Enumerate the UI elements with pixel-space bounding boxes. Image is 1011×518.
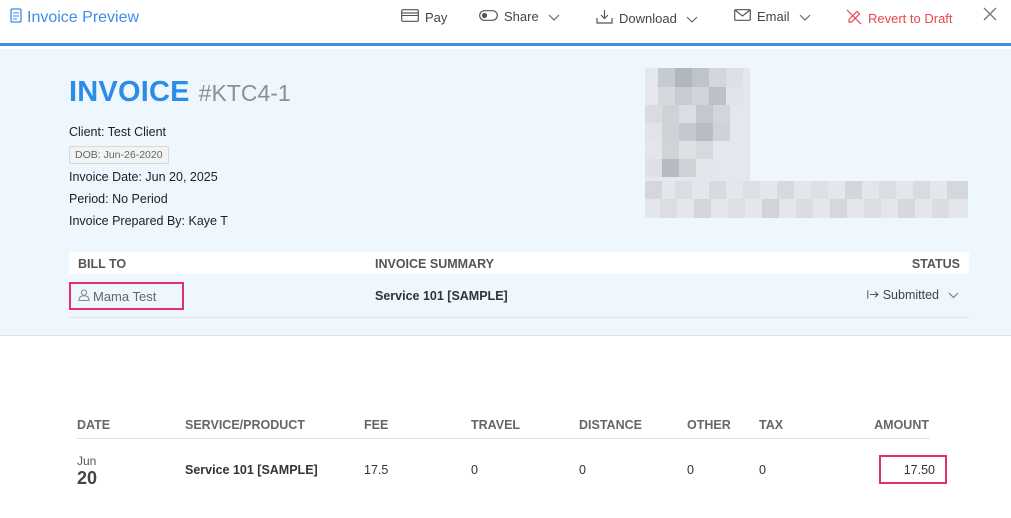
- row-amount-highlight: 17.50: [879, 455, 947, 484]
- revert-pencil-icon: [846, 9, 868, 28]
- window-title: Invoice Preview: [10, 8, 139, 28]
- window-title-text: Invoice Preview: [27, 9, 140, 26]
- line-items-table: DATE SERVICE/PRODUCT FEE TRAVEL DISTANCE…: [77, 410, 947, 499]
- email-label: Email: [757, 9, 790, 24]
- fee-column-header: FEE: [364, 418, 389, 432]
- prepared-by: Invoice Prepared By: Kaye T: [69, 214, 228, 228]
- row-distance: 0: [579, 463, 586, 477]
- row-day: 20: [77, 468, 98, 488]
- share-label: Share: [504, 9, 539, 24]
- amount-column-header: AMOUNT: [874, 418, 929, 432]
- invoice-title: INVOICE #KTC4-1: [69, 76, 291, 109]
- bill-to-row: Mama Test Service 101 [SAMPLE] Submitted: [69, 274, 969, 318]
- download-button[interactable]: Download: [596, 9, 704, 27]
- revert-to-draft-button[interactable]: Revert to Draft: [846, 9, 953, 28]
- invoice-number: #KTC4-1: [198, 80, 291, 106]
- invoice-title-word: INVOICE: [69, 76, 190, 108]
- bill-to-name: Mama Test: [93, 288, 157, 304]
- bill-to-table: BILL TO INVOICE SUMMARY STATUS Mama Test…: [69, 252, 969, 318]
- invoice-date: Invoice Date: Jun 20, 2025: [69, 170, 218, 184]
- revert-label: Revert to Draft: [868, 11, 953, 26]
- blurred-logo: [645, 68, 968, 218]
- toolbar: Invoice Preview Pay Share Download Email: [0, 0, 1011, 46]
- client-line: Client: Test Client: [69, 125, 167, 139]
- chevron-down-icon: [799, 9, 817, 24]
- chevron-down-icon: [686, 11, 704, 26]
- distance-column-header: DISTANCE: [579, 418, 642, 432]
- toggle-icon: [479, 9, 504, 24]
- row-fee: 17.5: [364, 463, 389, 477]
- line-items-header: DATE SERVICE/PRODUCT FEE TRAVEL DISTANCE…: [77, 410, 930, 439]
- status-dropdown[interactable]: Submitted: [867, 288, 959, 302]
- credit-card-icon: [401, 9, 425, 25]
- dob-badge: DOB: Jun-26-2020: [69, 146, 169, 164]
- download-label: Download: [619, 10, 677, 26]
- row-travel: 0: [471, 463, 478, 477]
- bill-to-table-header: BILL TO INVOICE SUMMARY STATUS: [69, 252, 969, 274]
- row-month: Jun: [77, 454, 97, 468]
- bill-to-client[interactable]: Mama Test: [69, 282, 184, 310]
- travel-column-header: TRAVEL: [471, 418, 521, 432]
- bill-to-header: BILL TO: [78, 257, 127, 271]
- arrow-right-bar-icon: [867, 288, 879, 302]
- share-button[interactable]: Share: [479, 9, 566, 24]
- summary-header: INVOICE SUMMARY: [375, 257, 494, 271]
- close-icon[interactable]: [983, 7, 997, 26]
- status-header: STATUS: [911, 257, 960, 271]
- pay-label: Pay: [425, 9, 448, 25]
- service-column-header: SERVICE/PRODUCT: [185, 418, 305, 432]
- date-column-header: DATE: [77, 418, 111, 432]
- invoice-period: Period: No Period: [69, 192, 168, 206]
- table-row: Jun 20 Service 101 [SAMPLE] 17.5 0 0 0 0…: [77, 439, 947, 499]
- chevron-down-icon: [948, 288, 959, 302]
- invoice-header: INVOICE #KTC4-1 Client: Test Client DOB:…: [0, 49, 1011, 336]
- row-service: Service 101 [SAMPLE]: [185, 463, 318, 477]
- row-amount: 17.50: [903, 462, 935, 477]
- download-icon: [596, 9, 619, 27]
- pay-button[interactable]: Pay: [401, 9, 447, 25]
- status-value: Submitted: [882, 288, 939, 302]
- email-button[interactable]: Email: [734, 9, 817, 24]
- user-icon: [78, 289, 93, 304]
- row-other: 0: [687, 463, 694, 477]
- row-tax: 0: [759, 463, 766, 477]
- invoice-summary-value: Service 101 [SAMPLE]: [375, 289, 508, 303]
- envelope-icon: [734, 9, 757, 24]
- tax-column-header: TAX: [759, 418, 784, 432]
- document-icon: [10, 8, 27, 28]
- other-column-header: OTHER: [687, 418, 731, 432]
- chevron-down-icon: [548, 9, 566, 24]
